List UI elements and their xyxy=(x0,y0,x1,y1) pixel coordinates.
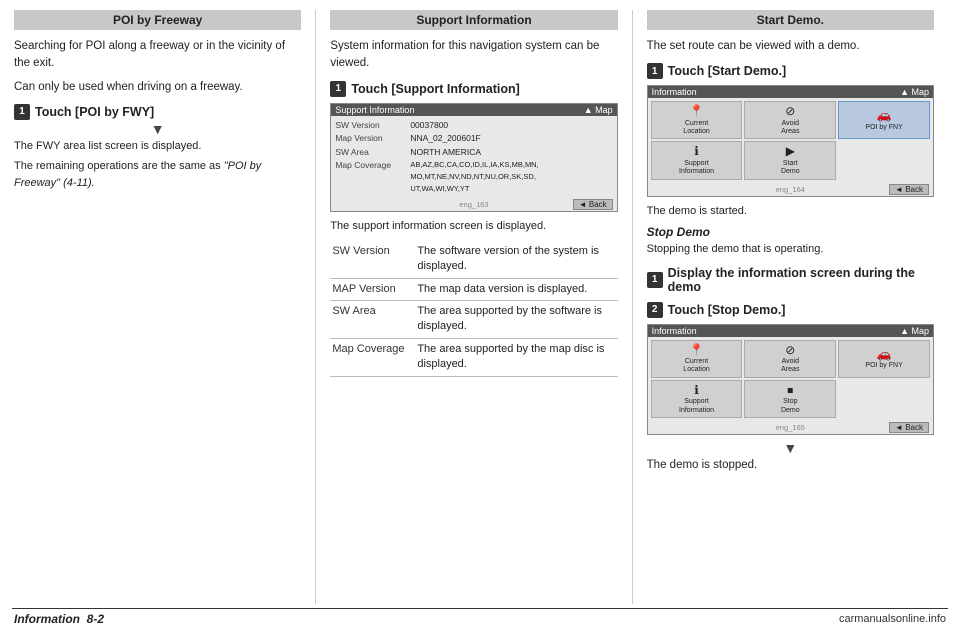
col3-arrow-down: ▼ xyxy=(647,441,934,455)
col3-step3-label: 2 Touch [Stop Demo.] xyxy=(647,302,934,318)
grid2-cell-support-info[interactable]: ℹ SupportInformation xyxy=(651,380,743,418)
col-support-info: Support Information System information f… xyxy=(316,10,632,604)
footer-left: Information 8-2 xyxy=(14,612,104,626)
col3-step3: 2 Touch [Stop Demo.] xyxy=(647,302,934,318)
col3-step3-text: Touch [Stop Demo.] xyxy=(668,303,786,317)
grid2-cell-avoid-areas[interactable]: ⊘ AvoidAreas xyxy=(744,340,836,378)
col3-step3-num: 2 xyxy=(647,302,663,318)
col1-step1-label: 1 Touch [POI by FWY] xyxy=(14,104,301,120)
grid2-cell-stop-demo[interactable]: ⏹ StopDemo xyxy=(744,380,836,418)
grid-cell-avoid-areas[interactable]: ⊘ AvoidAreas xyxy=(744,101,836,139)
col2-body1: System information for this navigation s… xyxy=(330,38,617,73)
page-footer: Information 8-2 carmanualsonline.info xyxy=(12,608,948,630)
col-start-demo: Start Demo. The set route can be viewed … xyxy=(633,10,948,604)
col3-ui1-header-left: Information xyxy=(652,87,697,97)
ui-row-map: Map Version NNA_02_200601F xyxy=(335,132,612,146)
col3-ui2-header-left: Information xyxy=(652,326,697,336)
table-row: SW Area The area supported by the softwa… xyxy=(330,300,617,338)
col3-body1: The set route can be viewed with a demo. xyxy=(647,38,934,55)
grid-cell-poi-fny[interactable]: 🚗 POI by FNY xyxy=(838,101,930,139)
col3-eng1-label: eng_164 xyxy=(648,185,933,194)
col1-header: POI by Freeway xyxy=(14,10,301,30)
col2-step1-text: Touch [Support Information] xyxy=(351,82,520,96)
col1-step1-num: 1 xyxy=(14,104,30,120)
ui-row-sw: SW Version 00037800 xyxy=(335,119,612,133)
col1-arrow: ▼ xyxy=(14,122,301,136)
col3-demo-started: The demo is started. xyxy=(647,203,934,220)
col3-ui1-grid: 📍 CurrentLocation ⊘ AvoidAreas 🚗 POI by … xyxy=(648,98,933,182)
col2-step1-label: 1 Touch [Support Information] xyxy=(330,81,617,97)
col3-ui1-header-right: ▲ Map xyxy=(900,87,929,97)
col3-demo-stopped: The demo is stopped. xyxy=(647,459,934,471)
page: POI by Freeway Searching for POI along a… xyxy=(0,0,960,630)
grid-cell-start-demo[interactable]: ▶ StartDemo xyxy=(744,141,836,179)
stop-demo-body: Stopping the demo that is operating. xyxy=(647,241,934,258)
col2-ui-header-right: ▲ Map xyxy=(584,105,613,115)
col2-info-table: SW Version The software version of the s… xyxy=(330,241,617,377)
col3-ui1-header: Information ▲ Map xyxy=(648,86,933,98)
grid-cell-current-location[interactable]: 📍 CurrentLocation xyxy=(651,101,743,139)
col3-screenshot2: Information ▲ Map 📍 CurrentLocation ⊘ Av… xyxy=(647,324,934,435)
grid2-cell-poi-fny[interactable]: 🚗 POI by FNY xyxy=(838,340,930,378)
ui-row-mapcov: Map Coverage AB,AZ,BC,CA,CO,ID,IL,IA,KS,… xyxy=(335,159,612,195)
col3-step1-text: Touch [Start Demo.] xyxy=(668,64,787,78)
col-poi-freeway: POI by Freeway Searching for POI along a… xyxy=(12,10,316,604)
col2-ui-body: SW Version 00037800 Map Version NNA_02_2… xyxy=(331,116,616,199)
stop-demo-heading: Stop Demo xyxy=(647,225,934,239)
col3-screenshot1: Information ▲ Map 📍 CurrentLocation ⊘ Av… xyxy=(647,85,934,196)
table-row: Map Coverage The area supported by the m… xyxy=(330,338,617,376)
col1-body1: Searching for POI along a freeway or in … xyxy=(14,38,301,73)
col1-sub1: The FWY area list screen is displayed. xyxy=(14,138,301,155)
col3-ui2-header: Information ▲ Map xyxy=(648,325,933,337)
table-row: MAP Version The map data version is disp… xyxy=(330,278,617,300)
col2-eng-label: eng_163 xyxy=(331,200,616,209)
col2-ui-header: Support Information ▲ Map xyxy=(331,104,616,116)
table-row: SW Version The software version of the s… xyxy=(330,241,617,278)
col2-step1: 1 Touch [Support Information] xyxy=(330,81,617,97)
grid-cell-support-info[interactable]: ℹ SupportInformation xyxy=(651,141,743,179)
col3-step1-label: 1 Touch [Start Demo.] xyxy=(647,63,934,79)
col3-step2: 1 Display the information screen during … xyxy=(647,266,934,294)
ui-row-swarea: SW Area NORTH AMERICA xyxy=(335,146,612,160)
col1-step1: 1 Touch [POI by FWY] ▼ The FWY area list… xyxy=(14,104,301,192)
col1-sub2: The remaining operations are the same as… xyxy=(14,158,301,191)
col3-eng2-label: eng_165 xyxy=(648,423,933,432)
col3-step2-num: 1 xyxy=(647,272,663,288)
col3-ui2-header-right: ▲ Map xyxy=(900,326,929,336)
col3-step2-label: 1 Display the information screen during … xyxy=(647,266,934,294)
col1-body2: Can only be used when driving on a freew… xyxy=(14,79,301,96)
col2-header: Support Information xyxy=(330,10,617,30)
col3-step1-num: 1 xyxy=(647,63,663,79)
col2-step1-num: 1 xyxy=(330,81,346,97)
footer-watermark: carmanualsonline.info xyxy=(839,613,946,625)
col3-step1: 1 Touch [Start Demo.] xyxy=(647,63,934,79)
col1-step1-text: Touch [POI by FWY] xyxy=(35,105,154,119)
col2-screen-note: The support information screen is displa… xyxy=(330,218,617,235)
columns: POI by Freeway Searching for POI along a… xyxy=(12,10,948,604)
col2-screenshot: Support Information ▲ Map SW Version 000… xyxy=(330,103,617,213)
col3-ui2-grid: 📍 CurrentLocation ⊘ AvoidAreas 🚗 POI by … xyxy=(648,337,933,421)
col3-step2-text: Display the information screen during th… xyxy=(668,266,934,294)
col3-header: Start Demo. xyxy=(647,10,934,30)
grid2-cell-current-location[interactable]: 📍 CurrentLocation xyxy=(651,340,743,378)
col2-ui-header-left: Support Information xyxy=(335,105,414,115)
